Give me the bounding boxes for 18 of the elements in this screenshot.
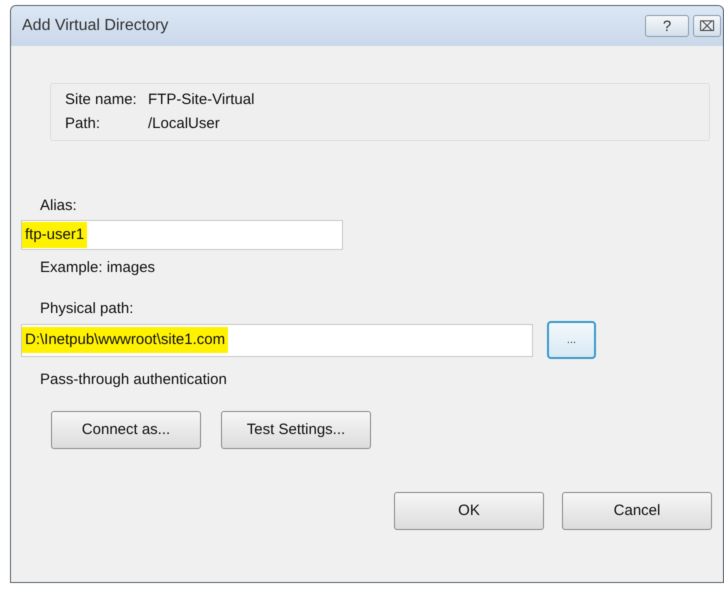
connect-as-button[interactable]: Connect as... [51, 411, 201, 449]
alias-label: Alias: [40, 197, 78, 215]
authentication-label: Pass-through authentication [40, 371, 228, 389]
window-title: Add Virtual Directory [22, 16, 170, 36]
physical-path-label: Physical path: [40, 300, 134, 318]
cancel-button[interactable]: Cancel [562, 492, 712, 530]
alias-field[interactable]: ftp-user1 [21, 220, 343, 250]
info-label: Site name: [65, 90, 138, 110]
test-settings-button[interactable]: Test Settings... [221, 411, 371, 449]
physical-path-field[interactable]: D:\Inetpub\wwwroot\site1.com [21, 324, 533, 356]
browse-button[interactable]: ... [547, 321, 596, 359]
help-button[interactable]: ? [645, 15, 689, 37]
info-value: FTP-Site-Virtual [148, 90, 254, 110]
example-hint: Example: images [40, 259, 156, 277]
close-button[interactable]: ⌧ [693, 15, 721, 37]
ok-button[interactable]: OK [394, 492, 544, 530]
info-value: /LocalUser [148, 114, 220, 134]
info-label: Path: [65, 114, 102, 134]
